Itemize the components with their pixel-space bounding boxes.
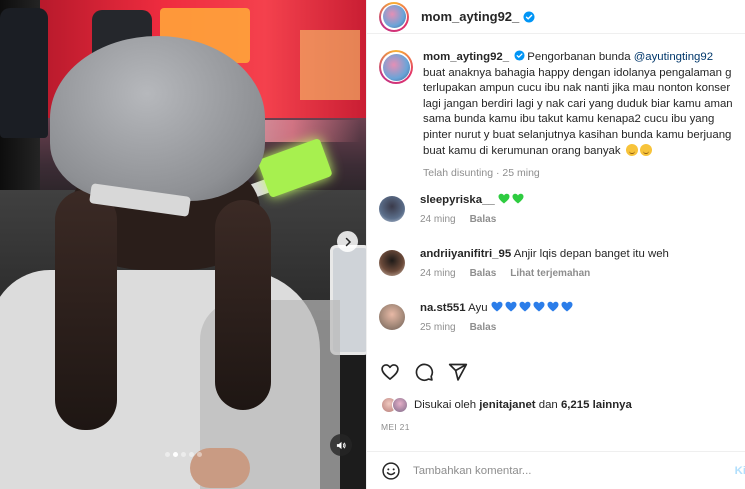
liker-username[interactable]: jenitajanet [479, 399, 535, 411]
heart-emoji-icon [533, 301, 545, 312]
smiling-emoji-icon [639, 143, 652, 156]
post-caption: mom_ayting92_ Pengorbanan bunda @ayuting… [379, 50, 737, 182]
heart-emoji-icon [547, 301, 559, 312]
stage-screen [300, 30, 360, 100]
carousel-next-button[interactable] [337, 231, 358, 252]
post-media[interactable] [0, 0, 366, 489]
carousel-dot [172, 452, 178, 457]
add-comment-bar: Ki [367, 451, 745, 489]
speaker-icon [336, 441, 346, 449]
comment-text: Ayu [468, 302, 488, 314]
post-date[interactable]: MEI 21 [381, 422, 410, 432]
comment-text: Anjir lqis depan banget itu weh [513, 248, 669, 260]
heart-icon[interactable] [380, 362, 400, 382]
comment-username[interactable]: sleepyriska__ [420, 194, 495, 206]
verified-icon [514, 50, 525, 61]
braid-right [215, 200, 271, 410]
carousel-dot [180, 452, 186, 457]
carousel-indicator [0, 452, 366, 457]
carousel-dot [196, 452, 202, 457]
comment-icon[interactable] [414, 362, 434, 382]
braid-left [55, 190, 117, 430]
author-username[interactable]: mom_ayting92_ [421, 9, 519, 24]
heart-emoji-icon [491, 301, 503, 312]
carousel-dot [188, 452, 194, 457]
comment-time[interactable]: 25 ming [420, 322, 456, 333]
avatar[interactable] [379, 250, 405, 276]
likes-connector: dan [538, 399, 558, 411]
edited-label: Telah disunting [423, 167, 494, 180]
list-item: na.st551 Ayu 25 ming Balas [379, 300, 739, 354]
sound-toggle-button[interactable] [330, 434, 352, 456]
heart-emoji-icon [519, 301, 531, 312]
comment-hearts [498, 193, 526, 206]
likes-summary: Disukai oleh jenitajanet dan 6,215 lainn… [381, 397, 632, 413]
caption-time[interactable]: 25 ming [502, 167, 539, 179]
avatar [392, 397, 408, 413]
video-frame [0, 0, 366, 489]
comment-username[interactable]: na.st551 [420, 302, 466, 314]
avatar[interactable] [379, 304, 405, 330]
heart-emoji-icon [561, 301, 573, 312]
post-header: mom_ayting92_ [367, 0, 745, 34]
reply-button[interactable]: Balas [470, 322, 497, 333]
comment-time[interactable]: 24 ming [420, 268, 456, 279]
comment-time[interactable]: 24 ming [420, 214, 456, 225]
avatar[interactable] [379, 50, 413, 84]
reply-button[interactable]: Balas [470, 268, 497, 279]
caption-text: mom_ayting92_ Pengorbanan bunda @ayuting… [423, 50, 737, 159]
likes-count[interactable]: 6,215 lainnya [561, 399, 632, 411]
caption-username[interactable]: mom_ayting92_ [423, 51, 509, 63]
share-icon[interactable] [448, 362, 468, 382]
post-actions [380, 362, 468, 382]
comment-username[interactable]: andriiyanifitri_95 [420, 248, 511, 260]
caption-body: buat anaknya bahagia happy dengan idolan… [423, 66, 733, 157]
reply-button[interactable]: Balas [470, 214, 497, 225]
caption-pre: Pengorbanan bunda [527, 51, 634, 63]
avatar[interactable] [379, 196, 405, 222]
comment-hearts [491, 301, 575, 314]
avatar[interactable] [379, 1, 409, 32]
performer-silhouette [0, 8, 48, 138]
chevron-right-icon [345, 237, 351, 246]
list-item: andriiyanifitri_95 Anjir lqis depan bang… [379, 246, 739, 300]
heart-emoji-icon [512, 193, 524, 204]
see-translation-button[interactable]: Lihat terjemahan [510, 268, 590, 279]
grey-cap [50, 36, 265, 201]
heart-emoji-icon [498, 193, 510, 204]
emoji-icon[interactable] [381, 461, 401, 481]
comment-input[interactable] [413, 464, 713, 477]
likes-prefix: Disukai oleh [414, 399, 477, 411]
caption-mention[interactable]: @ayutingting92 [634, 51, 713, 63]
verified-icon [523, 11, 535, 22]
heart-emoji-icon [505, 301, 517, 312]
post-side-panel: mom_ayting92_ mom_ayting92_ Pengorbanan … [366, 0, 745, 489]
carousel-dot [164, 452, 170, 457]
post-comment-button[interactable]: Ki [735, 465, 745, 477]
smiling-emoji-icon [625, 143, 638, 156]
list-item: sleepyriska__ 24 ming Balas [379, 192, 739, 246]
comment-list: sleepyriska__ 24 ming Balas andriiyanifi… [379, 192, 739, 354]
caption-meta: Telah disunting · 25 ming [423, 167, 540, 180]
